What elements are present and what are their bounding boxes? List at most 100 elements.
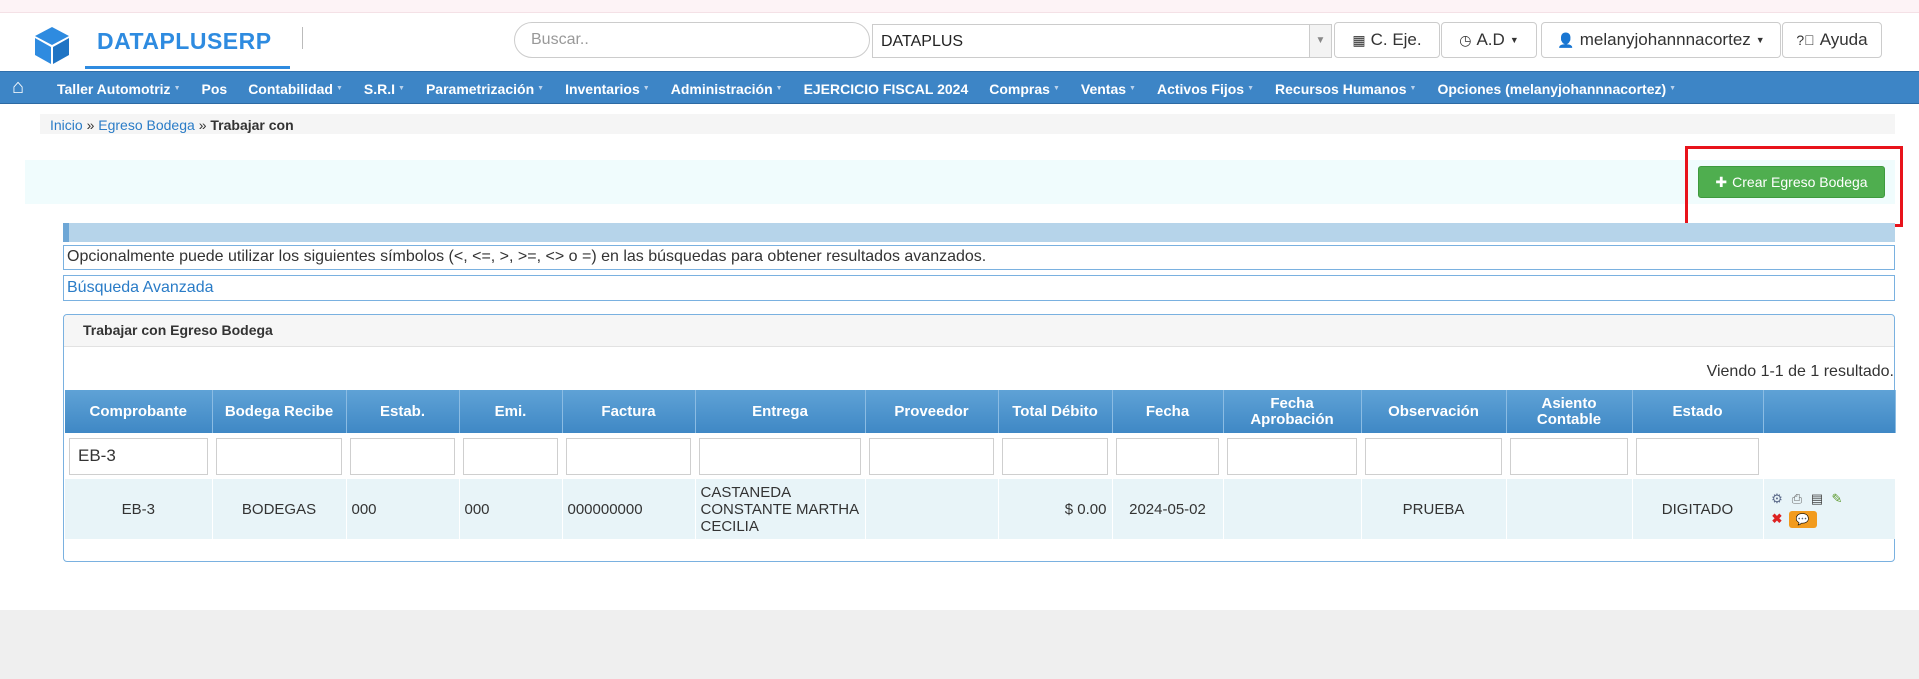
filter-input[interactable] xyxy=(1510,437,1628,475)
user-menu-button[interactable]: 👤 melanyjohannnacortez ▼ xyxy=(1541,22,1781,58)
filter-input[interactable] xyxy=(1365,437,1502,475)
table-row[interactable]: EB-3 BODEGAS 000 000 000000000 CASTANEDA… xyxy=(65,479,1896,539)
cell-factura: 000000000 xyxy=(562,479,696,539)
filter-input[interactable] xyxy=(1227,437,1357,475)
user-icon: 👤 xyxy=(1557,31,1575,48)
column-header[interactable]: Total Débito xyxy=(998,390,1113,433)
nav-item-label: S.R.I xyxy=(363,80,396,97)
caret-down-icon: ▼ xyxy=(537,85,545,92)
nav-item-contabilidad[interactable]: Contabilidad ▼ xyxy=(248,81,343,97)
cell-estado: DIGITADO xyxy=(1632,479,1764,539)
caret-down-icon: ▼ xyxy=(335,85,343,92)
nav-item-parametrizaci-n[interactable]: Parametrización ▼ xyxy=(426,81,544,97)
search-input[interactable] xyxy=(514,22,870,58)
nav-item-label: Inventarios xyxy=(565,80,640,97)
filter-cell xyxy=(212,433,346,479)
column-header-actions xyxy=(1763,390,1896,433)
filter-input[interactable] xyxy=(216,437,342,475)
nav-item-recursos-humanos[interactable]: Recursos Humanos ▼ xyxy=(1275,81,1416,97)
breadcrumb-section-link[interactable]: Egreso Bodega xyxy=(98,117,195,133)
delete-icon[interactable]: ✖ xyxy=(1769,511,1786,528)
nav-item-label: EJERCICIO FISCAL 2024 xyxy=(803,80,969,97)
column-header[interactable]: Observación xyxy=(1361,390,1507,433)
advanced-search-link[interactable]: Búsqueda Avanzada xyxy=(63,275,1895,301)
results-panel: Trabajar con Egreso Bodega Viendo 1-1 de… xyxy=(63,314,1896,562)
user-name: melanyjohannnacortez xyxy=(1579,30,1751,49)
help-button[interactable]: ?⃝ Ayuda xyxy=(1782,22,1882,58)
results-table: Comprobante Bodega Recibe Estab. Emi. Factur… xyxy=(65,390,1896,539)
home-icon[interactable]: ⌂ xyxy=(12,76,24,99)
cell-estab: 000 xyxy=(346,479,460,539)
cell-bodega-recibe: BODEGAS xyxy=(212,479,347,539)
comment-icon[interactable]: 💬 xyxy=(1788,510,1817,528)
nav-item-pos[interactable]: Pos xyxy=(202,81,228,97)
filter-cell xyxy=(1112,433,1223,479)
column-header[interactable]: Comprobante xyxy=(65,390,213,433)
chevron-down-icon[interactable]: ▼ xyxy=(1309,25,1331,57)
company-select[interactable]: DATAPLUS ▼ xyxy=(872,24,1332,58)
cell-asiento-contable xyxy=(1506,479,1633,539)
nav-item-label: Activos Fijos xyxy=(1156,80,1245,97)
column-header[interactable]: Fecha Aprobación xyxy=(1223,390,1362,433)
ad-dropdown-button[interactable]: ◷ A.D ▼ xyxy=(1441,22,1537,58)
nav-item-label: Taller Automotriz xyxy=(57,80,171,97)
nav-item-opciones-melanyjohannnacortez[interactable]: Opciones (melanyjohannnacortez) ▼ xyxy=(1437,81,1676,97)
filter-input[interactable] xyxy=(463,437,558,475)
column-header[interactable]: Bodega Recibe xyxy=(212,390,347,433)
filter-input[interactable] xyxy=(350,437,455,475)
action-bar xyxy=(25,160,1895,204)
gear-icon[interactable]: ⚙ xyxy=(1769,491,1786,508)
cell-fecha-aprobacion xyxy=(1223,479,1362,539)
nav-item-ejercicio-fiscal-2024[interactable]: EJERCICIO FISCAL 2024 xyxy=(804,81,969,97)
nav-item-label: Compras xyxy=(989,80,1050,97)
column-header[interactable]: Factura xyxy=(562,390,696,433)
filter-input[interactable] xyxy=(1002,437,1108,475)
filter-cell xyxy=(1223,433,1361,479)
nav-item-activos-fijos[interactable]: Activos Fijos ▼ xyxy=(1157,81,1254,97)
filter-input[interactable] xyxy=(69,437,208,475)
filter-input[interactable] xyxy=(1636,437,1759,475)
filter-input[interactable] xyxy=(1116,437,1219,475)
filter-input[interactable] xyxy=(869,437,994,475)
nav-item-taller-automotriz[interactable]: Taller Automotriz ▼ xyxy=(57,81,181,97)
column-header[interactable]: Entrega xyxy=(695,390,866,433)
filter-input[interactable] xyxy=(699,437,861,475)
column-header[interactable]: Estado xyxy=(1632,390,1764,433)
cell-observacion: PRUEBA xyxy=(1361,479,1507,539)
column-header[interactable]: Asiento Contable xyxy=(1506,390,1633,433)
document-icon[interactable]: ▤ xyxy=(1809,491,1826,508)
filter-cell xyxy=(459,433,562,479)
caret-down-icon: ▼ xyxy=(1052,85,1060,92)
filter-cell xyxy=(562,433,695,479)
nav-item-label: Contabilidad xyxy=(248,80,333,97)
fiscal-exercise-label: C. Eje. xyxy=(1370,30,1422,49)
nav-item-ventas[interactable]: Ventas ▼ xyxy=(1081,81,1136,97)
cell-actions: ⚙ ⎙ ▤ ✎ ✖ 💬 xyxy=(1763,479,1896,539)
column-header[interactable]: Fecha xyxy=(1112,390,1224,433)
caret-down-icon: ▼ xyxy=(1509,35,1519,45)
page-footer xyxy=(0,610,1919,679)
main-navbar: ⌂ Taller Automotriz ▼ Pos Contabilidad ▼ S.R.… xyxy=(0,71,1919,104)
print-icon[interactable]: ⎙ xyxy=(1789,491,1806,508)
nav-item-s-r-i[interactable]: S.R.I ▼ xyxy=(364,81,405,97)
column-header[interactable]: Proveedor xyxy=(865,390,999,433)
cell-total-debito: $ 0.00 xyxy=(998,479,1113,539)
nav-item-inventarios[interactable]: Inventarios ▼ xyxy=(565,81,650,97)
column-header[interactable]: Emi. xyxy=(459,390,563,433)
nav-item-label: Administración xyxy=(670,80,773,97)
nav-item-administraci-n[interactable]: Administración ▼ xyxy=(671,81,783,97)
filter-row xyxy=(65,433,1895,479)
filter-input[interactable] xyxy=(566,437,691,475)
caret-down-icon: ▼ xyxy=(1409,85,1417,92)
search-tips-notice: Opcionalmente puede utilizar los siguien… xyxy=(63,245,1895,270)
fiscal-exercise-button[interactable]: ▦ C. Eje. xyxy=(1334,22,1440,58)
breadcrumb-home-link[interactable]: Inicio xyxy=(50,117,83,133)
cell-entrega: CASTANEDA CONSTANTE MARTHA CECILIA xyxy=(695,479,866,539)
nav-item-compras[interactable]: Compras ▼ xyxy=(989,81,1060,97)
edit-icon[interactable]: ✎ xyxy=(1829,491,1846,508)
brand-name[interactable]: DATAPLUSERP xyxy=(97,28,272,55)
cube-logo-icon[interactable] xyxy=(32,25,72,65)
column-header[interactable]: Estab. xyxy=(346,390,460,433)
cell-comprobante: EB-3 xyxy=(65,479,213,539)
nav-item-label: Ventas xyxy=(1080,80,1127,97)
